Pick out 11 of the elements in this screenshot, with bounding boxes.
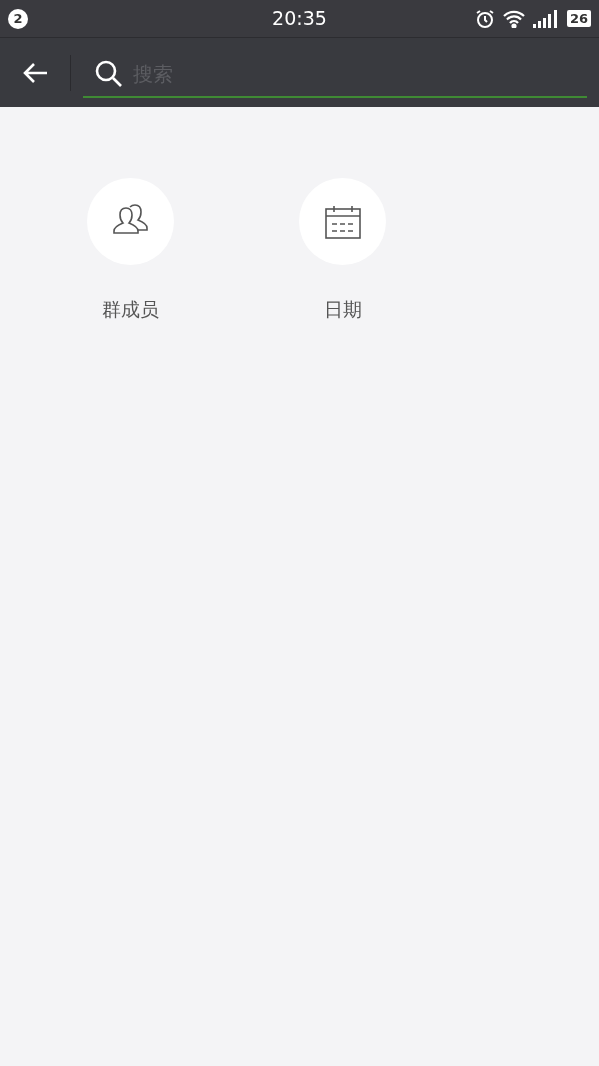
search-category[interactable]: 群成员: [87, 178, 299, 324]
back-icon: [22, 61, 48, 84]
clock: 20:35: [272, 6, 327, 32]
battery-level: 26: [566, 10, 591, 27]
calendar-icon: [324, 204, 361, 239]
search-icon: [95, 59, 123, 88]
signal-icon: [532, 9, 559, 28]
search-category[interactable]: 日期: [299, 178, 511, 324]
alarm-icon: [474, 8, 495, 29]
notification-badge: 2: [8, 8, 28, 29]
wifi-icon: [502, 9, 525, 28]
